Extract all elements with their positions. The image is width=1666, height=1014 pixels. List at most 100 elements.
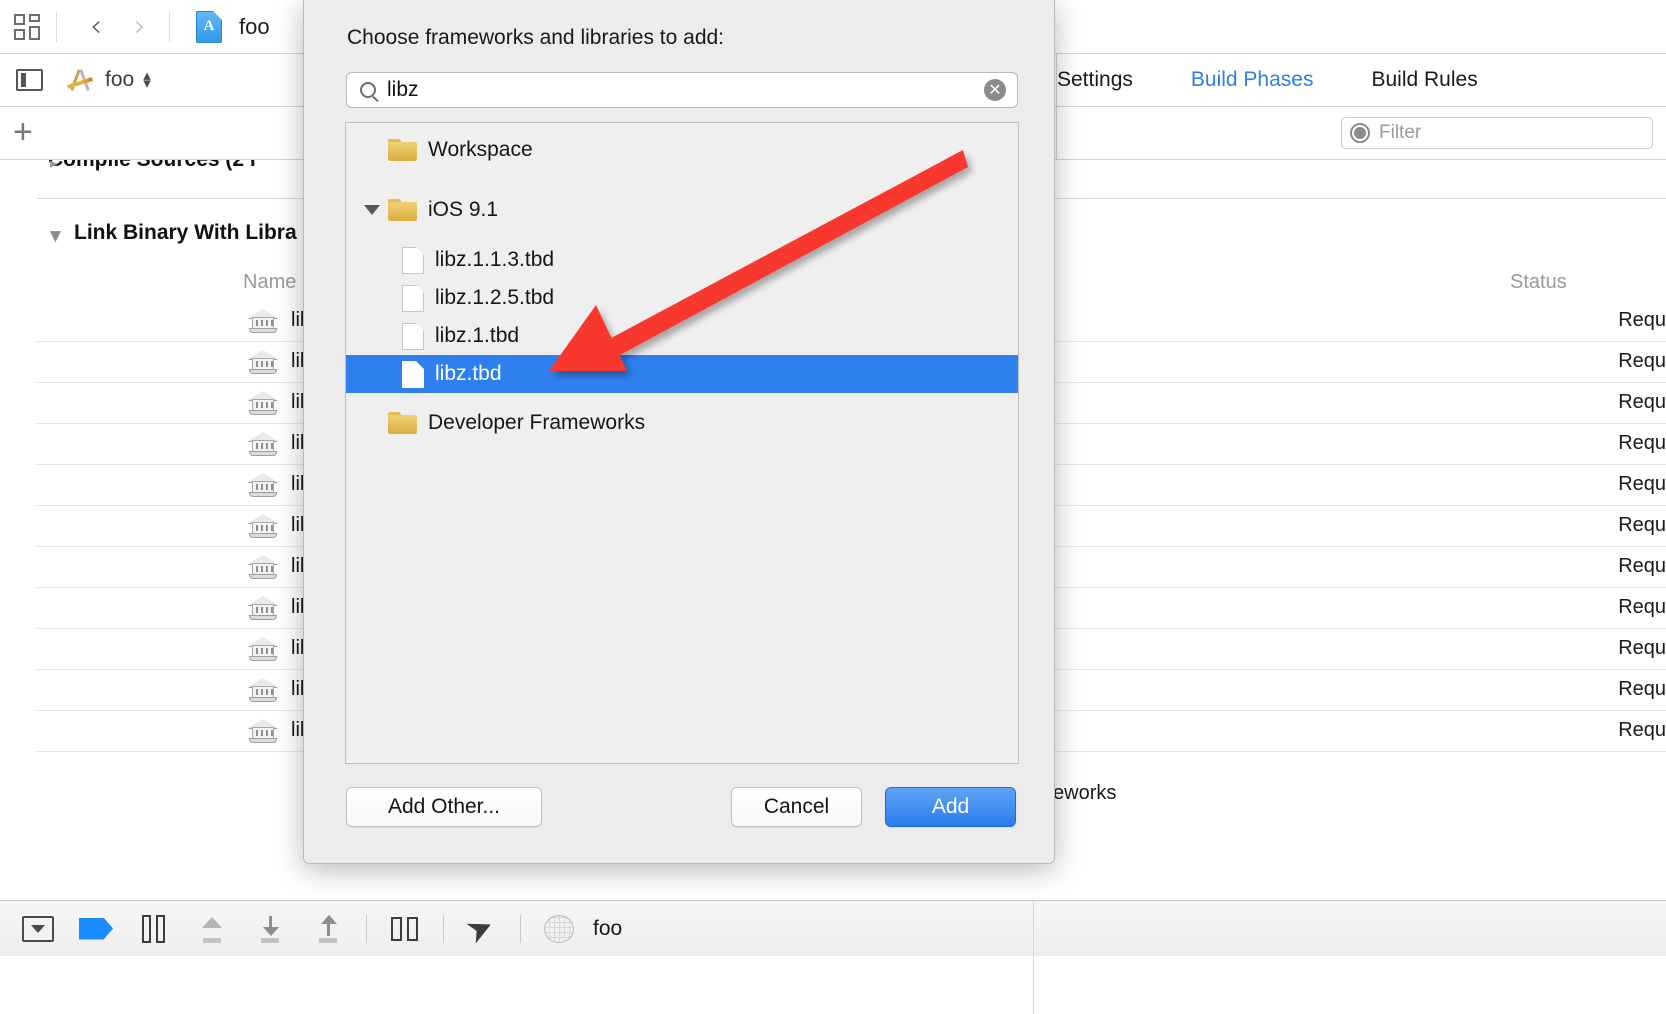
frameworks-cut-label: eworks: [1053, 782, 1117, 804]
tree-item[interactable]: libz.1.tbd: [346, 317, 1018, 355]
scheme-stepper[interactable]: ▴ ▾: [143, 68, 151, 92]
tree-item[interactable]: libz.1.1.3.tbd: [346, 241, 1018, 279]
tree-item[interactable]: Workspace: [346, 131, 1018, 169]
filter-input[interactable]: Filter: [1341, 117, 1653, 149]
cancel-button[interactable]: Cancel: [731, 787, 862, 827]
filter-placeholder: Filter: [1379, 122, 1422, 143]
library-icon: [248, 349, 278, 375]
library-status[interactable]: Requ: [1618, 391, 1666, 414]
pause-icon[interactable]: [134, 913, 174, 945]
folder-icon: [388, 199, 417, 221]
toolbar-divider-2: [169, 11, 170, 42]
choose-frameworks-sheet: Choose frameworks and libraries to add: …: [303, 0, 1055, 864]
tree-item-label: Workspace: [428, 138, 533, 161]
scheme-icon: [65, 67, 95, 93]
filter-bar: Filter: [1056, 107, 1666, 160]
library-status[interactable]: Requ: [1618, 432, 1666, 455]
app-document-icon: A: [192, 10, 226, 44]
tab-build-rules[interactable]: Build Rules: [1371, 68, 1477, 92]
library-status[interactable]: Requ: [1618, 555, 1666, 578]
search-input[interactable]: libz ✕: [346, 72, 1018, 108]
file-icon: [402, 360, 424, 388]
step-over-icon[interactable]: [192, 913, 232, 945]
step-out-icon[interactable]: [308, 913, 348, 945]
tree-item-label: libz.1.1.3.tbd: [435, 248, 555, 271]
tab-settings[interactable]: Settings: [1057, 68, 1133, 92]
column-header-name: Name: [243, 271, 297, 293]
column-header-status: Status: [1510, 271, 1567, 293]
breadcrumb-project-name[interactable]: foo: [239, 14, 270, 40]
process-icon: [539, 913, 579, 945]
library-icon: [248, 718, 278, 744]
search-icon: [360, 82, 376, 98]
editor-tab-bar: Settings Build Phases Build Rules: [1056, 54, 1666, 107]
breakpoints-icon[interactable]: [76, 913, 116, 945]
file-icon: [402, 322, 424, 350]
view-hierarchy-icon[interactable]: [385, 913, 425, 945]
forward-button[interactable]: ›: [123, 10, 157, 44]
bottom-vertical-divider: [1033, 901, 1034, 1014]
tab-build-phases[interactable]: Build Phases: [1191, 68, 1314, 92]
library-icon: [248, 595, 278, 621]
library-icon: [248, 431, 278, 457]
simulate-location-icon[interactable]: [462, 913, 502, 945]
chevron-left-icon: ‹: [90, 8, 102, 44]
tree-item-label: iOS 9.1: [428, 198, 499, 221]
file-icon: [402, 284, 424, 312]
library-icon: [248, 390, 278, 416]
phase-compile-disclosure-icon[interactable]: ▸: [50, 160, 58, 172]
tree-item-label: libz.tbd: [435, 362, 502, 385]
grid-view-icon[interactable]: [10, 10, 44, 44]
app-glyph: A: [203, 17, 215, 34]
search-value: libz: [387, 78, 419, 101]
chevron-down-icon[interactable]: [364, 205, 380, 215]
tree-item[interactable]: libz.1.2.5.tbd: [346, 279, 1018, 317]
tree-item-label: Developer Frameworks: [428, 411, 646, 434]
chevron-right-icon: ›: [134, 8, 146, 44]
library-status[interactable]: Requ: [1618, 596, 1666, 619]
stepper-down-icon: ▾: [143, 75, 151, 92]
library-icon: [248, 472, 278, 498]
bottom-console-area: [0, 956, 1666, 1014]
tree-item[interactable]: libz.tbd: [346, 355, 1018, 393]
step-into-icon[interactable]: [250, 913, 290, 945]
library-status[interactable]: Requ: [1618, 719, 1666, 742]
library-status[interactable]: Requ: [1618, 473, 1666, 496]
tree-item-label: libz.1.2.5.tbd: [435, 286, 555, 309]
phase-link-binary-label[interactable]: Link Binary With Libra: [74, 221, 297, 245]
library-icon: [248, 636, 278, 662]
scheme-name-label[interactable]: foo: [105, 68, 134, 92]
phase-link-binary-disclosure-icon[interactable]: ▼: [46, 226, 65, 248]
library-icon: [248, 677, 278, 703]
tree-item[interactable]: Developer Frameworks: [346, 404, 1018, 442]
library-icon: [248, 554, 278, 580]
sheet-title: Choose frameworks and libraries to add:: [347, 26, 725, 49]
add-file-button[interactable]: +: [13, 115, 33, 149]
library-status[interactable]: Requ: [1618, 350, 1666, 373]
tree-item-label: libz.1.tbd: [435, 324, 520, 347]
folder-icon: [388, 139, 417, 161]
library-status[interactable]: Requ: [1618, 514, 1666, 537]
phase-compile-sources-label[interactable]: Compile Sources (2 i: [48, 160, 256, 172]
clear-icon[interactable]: ✕: [984, 79, 1006, 101]
hide-debug-area-icon[interactable]: [18, 913, 58, 945]
filter-icon: [1350, 123, 1370, 143]
debug-toolbar: foo: [0, 900, 1666, 957]
file-icon: [402, 246, 424, 274]
debug-divider-3: [520, 914, 521, 943]
back-button[interactable]: ‹: [79, 10, 113, 44]
library-status[interactable]: Requ: [1618, 637, 1666, 660]
add-other-button[interactable]: Add Other...: [346, 787, 542, 827]
tree-item[interactable]: iOS 9.1: [346, 191, 1018, 229]
library-icon: [248, 308, 278, 334]
library-status[interactable]: Requ: [1618, 678, 1666, 701]
frameworks-tree[interactable]: Workspace iOS 9.1 libz.1.1.3.tbd libz.1.2.5…: [345, 122, 1019, 764]
screenshot-root: ‹ › A foo foo ▴ ▾ + Settings Build Phase…: [0, 0, 1666, 1014]
toolbar-divider: [56, 11, 57, 42]
debug-divider-2: [443, 914, 444, 943]
library-status[interactable]: Requ: [1618, 309, 1666, 332]
library-icon: [248, 513, 278, 539]
debug-process-label: foo: [593, 916, 623, 940]
navigator-toggle-icon[interactable]: [16, 69, 43, 91]
add-button[interactable]: Add: [885, 787, 1016, 827]
